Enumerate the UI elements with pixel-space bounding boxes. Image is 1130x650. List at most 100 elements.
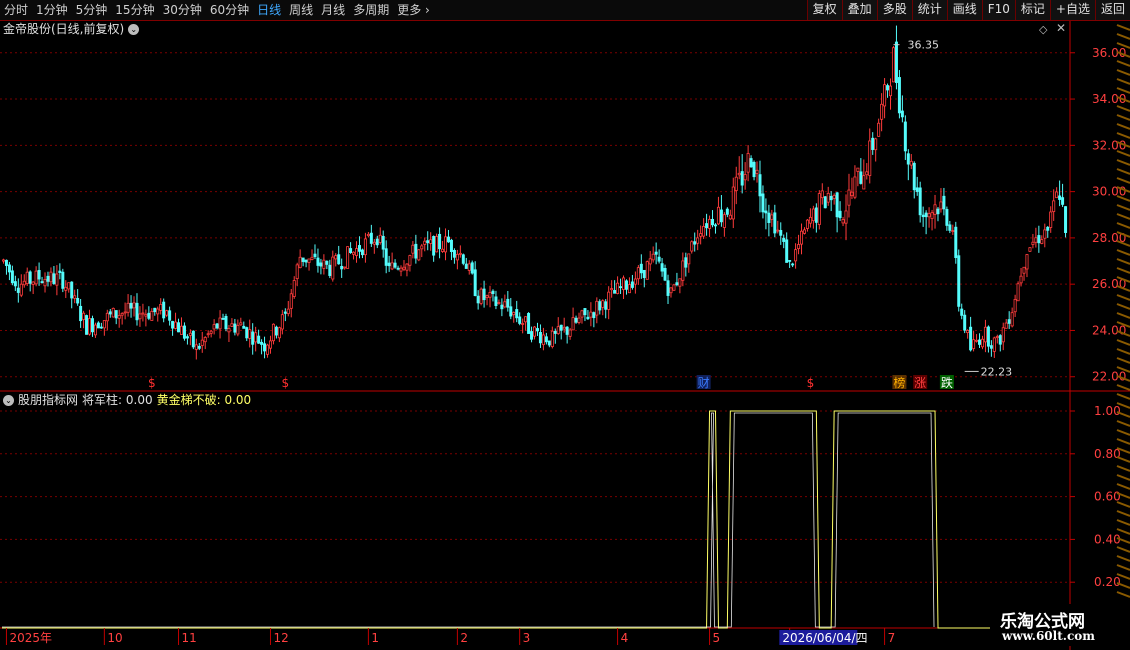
toolbar-button-8[interactable]: 返回 xyxy=(1094,0,1130,20)
candle-body xyxy=(1007,319,1011,324)
candle-body xyxy=(138,313,142,320)
candle-body xyxy=(814,207,818,223)
candle-body xyxy=(598,301,602,311)
candle-body xyxy=(613,290,617,294)
candle-body xyxy=(218,317,222,330)
edge-hatch xyxy=(1116,33,1130,40)
toolbar-button-1[interactable]: 叠加 xyxy=(841,0,877,20)
period-tab-1[interactable]: 1分钟 xyxy=(32,0,72,20)
candle-body xyxy=(334,255,338,260)
toolbar-button-2[interactable]: 多股 xyxy=(876,0,912,20)
candle-body xyxy=(313,253,317,258)
period-tab-4[interactable]: 30分钟 xyxy=(159,0,206,20)
date-tick-label: 2 xyxy=(460,631,468,645)
candle-body xyxy=(776,229,780,232)
period-tab-8[interactable]: 月线 xyxy=(317,0,349,20)
candle-body xyxy=(678,278,682,287)
candle-body xyxy=(708,218,712,229)
candle-body xyxy=(767,212,771,223)
candle-body xyxy=(274,326,278,336)
toolbar-button-5[interactable]: F10 xyxy=(981,0,1015,20)
candle-body xyxy=(550,330,554,347)
candle-body xyxy=(179,325,183,335)
candle-body xyxy=(438,233,442,250)
candle-body xyxy=(773,212,777,234)
candle-body xyxy=(794,249,798,262)
candle-body xyxy=(467,263,471,271)
edge-hatch xyxy=(1116,384,1130,391)
candle-body xyxy=(387,262,391,267)
candle-body xyxy=(900,110,904,118)
candle-body xyxy=(820,190,824,199)
candle-body xyxy=(651,253,655,261)
stock-name-label: 金帝股份(日线,前复权) xyxy=(3,22,125,36)
edge-hatch xyxy=(1116,501,1130,508)
candle-body xyxy=(524,316,528,323)
period-tab-9[interactable]: 多周期 xyxy=(349,0,393,20)
candle-body xyxy=(565,326,569,335)
candle-body xyxy=(619,286,623,289)
candle-body xyxy=(948,224,952,231)
candle-body xyxy=(639,263,643,274)
candle-body xyxy=(702,226,706,237)
candle-body xyxy=(25,271,29,284)
candle-body xyxy=(556,326,560,335)
indicator-line xyxy=(2,410,1069,629)
candle-body xyxy=(393,262,397,268)
candle-body xyxy=(669,287,673,294)
close-icon[interactable]: ✕ xyxy=(1056,21,1066,35)
toolbar-button-4[interactable]: 画线 xyxy=(946,0,982,20)
period-tab-2[interactable]: 5分钟 xyxy=(72,0,112,20)
diamond-icon[interactable]: ◇ xyxy=(1039,23,1047,36)
candle-body xyxy=(675,282,679,286)
candle-body xyxy=(1037,235,1041,244)
watermark-url: www.60lt.com xyxy=(1002,629,1095,643)
candle-body xyxy=(817,193,821,225)
candle-body xyxy=(64,286,68,291)
candle-body xyxy=(690,241,694,252)
cursor-date-label: 2026/06/04/四 xyxy=(782,631,867,645)
period-tab-0[interactable]: 分时 xyxy=(0,0,32,20)
candle-body xyxy=(559,324,563,331)
candle-body xyxy=(105,312,109,322)
indicator-name[interactable]: 股朋指标网 xyxy=(18,393,78,408)
candle-body xyxy=(37,270,41,280)
toolbar-button-7[interactable]: +自选 xyxy=(1049,0,1095,20)
period-tab-3[interactable]: 15分钟 xyxy=(111,0,158,20)
kline-chart[interactable]: 36.0034.0032.0030.0028.0026.0024.0022.00… xyxy=(0,0,1130,650)
toolbar-button-6[interactable]: 标记 xyxy=(1014,0,1050,20)
candle-body xyxy=(1,259,5,262)
candle-body xyxy=(1019,275,1023,284)
candle-body xyxy=(206,333,210,336)
period-tab-7[interactable]: 周线 xyxy=(285,0,317,20)
period-tab-5[interactable]: 60分钟 xyxy=(206,0,253,20)
candle-body xyxy=(562,326,566,330)
candle-body xyxy=(936,208,940,215)
indicator-title: ⌄ 股朋指标网 将军柱: 0.00 黄金梯不破: 0.00 xyxy=(3,393,251,408)
period-tab-10[interactable]: 更多 › xyxy=(393,0,434,20)
candle-body xyxy=(912,162,916,191)
indicator-line1: 将军柱: 0.00 xyxy=(82,393,153,407)
edge-hatch xyxy=(1116,303,1130,310)
candle-body xyxy=(449,239,453,252)
candle-body xyxy=(897,77,901,114)
candle-body xyxy=(366,233,370,237)
candle-body xyxy=(954,226,958,258)
chevron-down-icon[interactable]: ⌄ xyxy=(3,395,14,406)
period-tab-6[interactable]: 日线 xyxy=(253,0,285,20)
candle-body xyxy=(1013,299,1017,313)
candle-body xyxy=(633,278,637,285)
candle-body xyxy=(654,251,658,255)
chevron-down-icon[interactable]: ⌄ xyxy=(128,23,140,35)
candle-body xyxy=(989,345,993,349)
candle-body xyxy=(877,122,881,137)
candle-body xyxy=(40,281,44,284)
candle-body xyxy=(681,260,685,281)
candle-body xyxy=(574,317,578,323)
candle-body xyxy=(850,191,854,197)
toolbar-button-3[interactable]: 统计 xyxy=(911,0,947,20)
candle-body xyxy=(298,256,302,269)
toolbar-button-0[interactable]: 复权 xyxy=(806,0,842,20)
candle-body xyxy=(657,256,661,262)
edge-hatch xyxy=(1116,78,1130,85)
